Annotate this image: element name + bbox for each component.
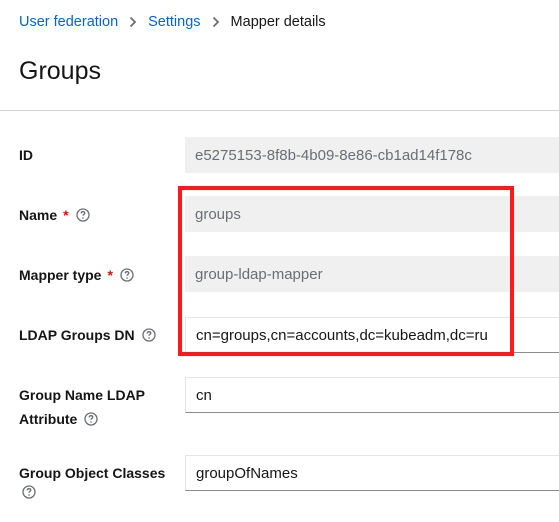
name-field: groups xyxy=(185,196,559,232)
breadcrumb-settings[interactable]: Settings xyxy=(148,14,200,30)
group-object-classes-label: Group Object Classes xyxy=(19,461,165,485)
group-name-attr-input[interactable]: cn xyxy=(185,377,559,413)
page-title: Groups xyxy=(19,57,101,85)
name-label-text: Name xyxy=(19,207,58,223)
group-name-attr-label-line1: Group Name LDAP xyxy=(19,387,146,403)
breadcrumb: User federation Settings Mapper details xyxy=(19,14,326,30)
id-field: e5275153-8f8b-4b09-8e86-cb1ad14f178c xyxy=(185,137,559,173)
group-name-attr-label: Group Name LDAP xyxy=(19,383,169,407)
name-label: Name * xyxy=(19,203,90,227)
id-label: ID xyxy=(19,143,33,167)
required-marker: * xyxy=(63,207,69,223)
mapper-type-label-text: Mapper type xyxy=(19,267,102,283)
question-circle-icon[interactable] xyxy=(141,328,156,342)
question-circle-icon[interactable] xyxy=(75,208,90,222)
breadcrumb-current: Mapper details xyxy=(230,14,326,30)
mapper-type-label: Mapper type * xyxy=(19,263,134,287)
mapper-type-field: group-ldap-mapper xyxy=(185,256,559,292)
group-object-classes-input[interactable]: groupOfNames xyxy=(185,455,559,491)
group-name-attr-label-line2: Attribute xyxy=(19,411,78,427)
question-circle-icon[interactable] xyxy=(120,268,134,282)
chevron-right-icon xyxy=(212,16,220,28)
group-object-classes-label-text: Group Object Classes xyxy=(19,465,166,481)
chevron-right-icon xyxy=(129,16,137,28)
id-label-text: ID xyxy=(19,147,33,163)
required-marker: * xyxy=(107,267,113,283)
group-name-attr-label-second-line: Attribute xyxy=(19,407,98,431)
breadcrumb-user-federation[interactable]: User federation xyxy=(19,14,118,30)
ldap-groups-dn-label: LDAP Groups DN xyxy=(19,323,156,347)
group-object-classes-help-row xyxy=(19,485,36,499)
question-circle-icon[interactable] xyxy=(84,412,98,426)
ldap-groups-dn-input[interactable]: cn=groups,cn=accounts,dc=kubeadm,dc=ru xyxy=(185,317,559,353)
question-circle-icon[interactable] xyxy=(22,485,36,499)
header-divider xyxy=(0,110,559,111)
ldap-groups-dn-label-text: LDAP Groups DN xyxy=(19,327,135,343)
